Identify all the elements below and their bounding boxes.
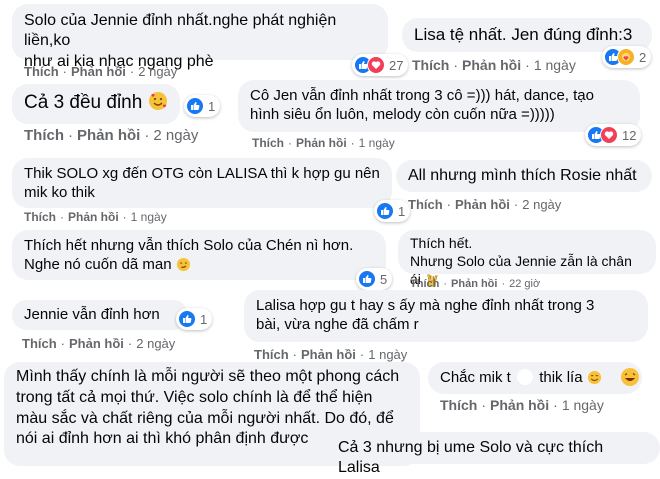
- like-action[interactable]: Thích: [24, 64, 59, 79]
- timestamp: 2 ngày: [138, 64, 178, 79]
- like-action[interactable]: Thích: [410, 278, 439, 290]
- avatar: [517, 369, 534, 385]
- reaction-count: 1: [200, 311, 208, 327]
- comment-text: hình siêu ổn luôn, melody còn cuốn nữa =…: [250, 106, 555, 124]
- reply-action[interactable]: Phản hồi: [71, 64, 126, 79]
- reaction-summary[interactable]: 27: [352, 54, 409, 76]
- timestamp: 2 ngày: [136, 336, 176, 351]
- reply-action[interactable]: Phản hồi: [77, 127, 140, 144]
- like-action[interactable]: Thích: [24, 127, 64, 144]
- smiling-face-hearts-icon: [148, 91, 168, 118]
- comment-text: Cả 3 đều đỉnh: [24, 92, 143, 113]
- timestamp: 1 ngày: [533, 57, 576, 73]
- comment-text: Thích hết.: [410, 235, 473, 251]
- reaction-count: 2: [639, 49, 647, 65]
- comment-actions: Thích · Phản hồi · 2 ngày: [24, 64, 178, 79]
- comment-text: thik lía: [539, 369, 583, 386]
- comment-actions: Thích · Phản hồi · 1 ngày: [252, 136, 395, 150]
- like-icon: [178, 310, 196, 328]
- like-icon: [376, 202, 394, 220]
- comment-text: trong tất cả mọi thứ. Việc solo chính là…: [16, 388, 373, 406]
- reaction-count: 27: [389, 57, 404, 73]
- comment-text: Mình thấy chính là mỗi người sẽ theo một…: [16, 368, 400, 385]
- like-action[interactable]: Thích: [252, 136, 284, 150]
- comment-actions: Thích · Phản hồi · 2 ngày: [408, 197, 562, 212]
- reply-action[interactable]: Phản hồi: [455, 197, 510, 212]
- reaction-count: 12: [622, 127, 637, 143]
- reaction-summary[interactable]: 2: [602, 46, 652, 68]
- comment-text: mik ko thik: [24, 184, 95, 202]
- reaction-summary[interactable]: 1: [184, 95, 221, 117]
- reply-action[interactable]: Phản hồi: [462, 57, 521, 73]
- comment-bubble: All nhưng mình thích Rosie nhất: [396, 160, 652, 192]
- care-icon: [617, 48, 635, 66]
- reply-action[interactable]: Phản hồi: [69, 336, 124, 351]
- comment-bubble: Thích hết nhưng vẫn thích Solo của Chén …: [12, 230, 386, 280]
- reaction-summary[interactable]: 1: [374, 200, 411, 222]
- laughing-emoji-icon: [620, 367, 640, 392]
- comment-text: Cả 3 nhưng bị ume Solo và cực thích Lali…: [338, 439, 604, 477]
- comment-text: Cô Jen vẫn đỉnh nhất trong 3 cô =))) hát…: [250, 87, 594, 104]
- reaction-summary[interactable]: 5: [356, 268, 393, 290]
- reaction-count: 5: [380, 271, 388, 287]
- reply-action[interactable]: Phản hồi: [301, 347, 356, 362]
- reaction-summary[interactable]: 1: [176, 308, 213, 330]
- comment-text: Thik SOLO xg đến OTG còn LALISA thì k hợ…: [24, 165, 380, 182]
- comment-actions: Thích · Phản hồi · 1 ngày: [254, 347, 408, 362]
- comment-text: Lalisa hợp gu t hay s ấy mà nghe đỉnh nh…: [256, 297, 595, 314]
- reply-action[interactable]: Phản hồi: [296, 136, 347, 150]
- comment-text: Chắc mik t: [440, 369, 511, 386]
- timestamp: 2 ngày: [153, 127, 199, 144]
- smiling-emoji-icon: [587, 370, 602, 390]
- comment-actions: Thích · Phản hồi · 1 ngày: [412, 57, 576, 73]
- comment-text: Jennie vẫn đỉnh hơn: [24, 306, 160, 323]
- timestamp: 1 ngày: [358, 136, 395, 150]
- love-icon: [600, 126, 618, 144]
- reply-action[interactable]: Phản hồi: [451, 278, 497, 290]
- comment-text: Lisa tệ nhất. Jen đúng đỉnh:3: [414, 25, 633, 44]
- reaction-count: 1: [208, 98, 216, 114]
- love-icon: [367, 56, 385, 74]
- comment-bubble: Cả 3 đều đỉnh: [12, 84, 180, 124]
- like-action[interactable]: Thích: [440, 397, 477, 413]
- comment-bubble: Jennie vẫn đỉnh hơn: [12, 300, 188, 330]
- comment-actions: Thích · Phản hồi · 2 ngày: [22, 336, 176, 351]
- comment-bubble: Cả 3 nhưng bị ume Solo và cực thích Lali…: [326, 432, 660, 476]
- comment-bubble: Chắc mik t thik lía: [428, 362, 642, 394]
- like-icon: [358, 270, 376, 288]
- like-action[interactable]: Thích: [22, 336, 57, 351]
- reaction-summary[interactable]: 12: [585, 124, 642, 146]
- timestamp: 22 giờ: [509, 278, 541, 290]
- comment-text: bài, vừa nghe đã chấm r: [256, 316, 419, 334]
- timestamp: 1 ngày: [130, 210, 167, 224]
- like-action[interactable]: Thích: [24, 210, 56, 224]
- like-icon: [186, 97, 204, 115]
- comment-bubble: Solo của Jennie đỉnh nhất.nghe phát nghi…: [12, 4, 388, 70]
- comment-actions: Thích · Phản hồi · 22 giờ: [410, 278, 541, 290]
- comment-text: Solo của Jennie đỉnh nhất.nghe phát nghi…: [24, 12, 337, 50]
- comment-bubble: Cô Jen vẫn đỉnh nhất trong 3 cô =))) hát…: [238, 80, 640, 132]
- comment-bubble: Lalisa hợp gu t hay s ấy mà nghe đỉnh nh…: [244, 290, 648, 342]
- comment-actions: Thích · Phản hồi · 1 ngày: [24, 210, 167, 224]
- comment-bubble: Thích hết. Nhưng Solo của Jennie zẫn là …: [398, 230, 656, 287]
- comment-actions: Thích · Phản hồi · 1 ngày: [440, 397, 604, 413]
- comment-text: màu sắc và chất riêng của mỗi người nhất…: [16, 409, 394, 427]
- comment-bubble: Thik SOLO xg đến OTG còn LALISA thì k hợ…: [12, 158, 392, 208]
- timestamp: 1 ngày: [561, 397, 604, 413]
- like-action[interactable]: Thích: [254, 347, 289, 362]
- like-action[interactable]: Thích: [408, 197, 443, 212]
- comment-actions: Thích · Phản hồi · 2 ngày: [24, 127, 199, 144]
- comment-text: All nhưng mình thích Rosie nhất: [408, 167, 637, 184]
- timestamp: 2 ngày: [522, 197, 562, 212]
- smirk-emoji-icon: [176, 257, 191, 277]
- reply-action[interactable]: Phản hồi: [68, 210, 119, 224]
- comment-text: Thích hết nhưng vẫn thích Solo của Chén …: [24, 237, 354, 254]
- reaction-count: 1: [398, 203, 406, 219]
- like-action[interactable]: Thích: [412, 57, 449, 73]
- comment-text: Nghe nó cuốn dã man: [24, 256, 172, 274]
- timestamp: 1 ngày: [368, 347, 408, 362]
- reply-action[interactable]: Phản hồi: [490, 397, 549, 413]
